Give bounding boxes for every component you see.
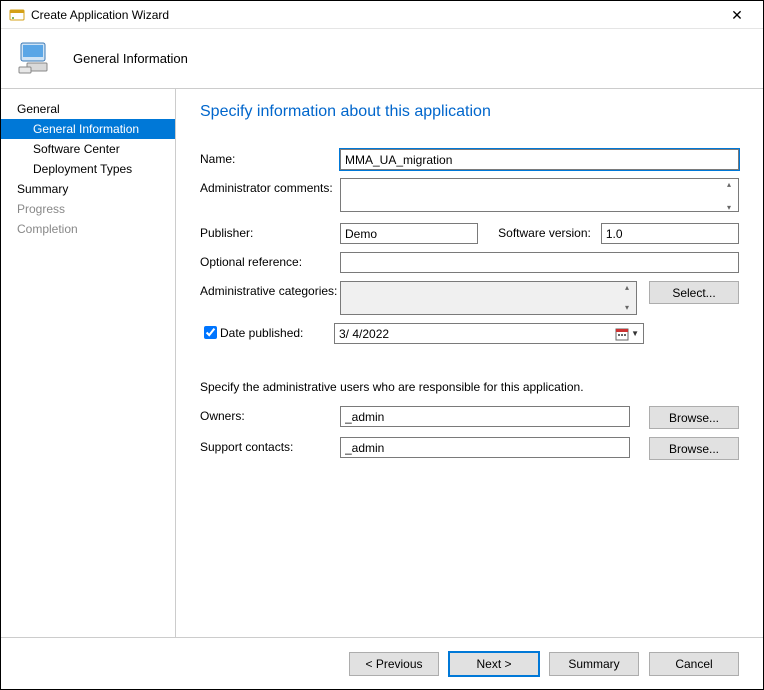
next-button[interactable]: Next > <box>449 652 539 676</box>
date-published-picker[interactable]: 3/ 4/2022 ▼ <box>334 323 644 344</box>
owners-browse-button[interactable]: Browse... <box>649 406 739 429</box>
date-published-checkbox-label[interactable]: Date published: <box>200 323 334 342</box>
name-input[interactable] <box>340 149 739 170</box>
close-button[interactable]: ✕ <box>717 1 757 29</box>
spin-down-icon[interactable]: ▾ <box>722 204 736 212</box>
admin-comments-input[interactable] <box>340 178 739 212</box>
page-heading: Specify information about this applicati… <box>200 103 739 121</box>
label-date-published: Date published: <box>220 326 303 340</box>
admin-categories-box[interactable]: ▴ ▾ <box>340 281 637 315</box>
nav-general-information[interactable]: General Information <box>1 119 175 139</box>
previous-button[interactable]: < Previous <box>349 652 439 676</box>
nav-software-center[interactable]: Software Center <box>1 139 175 159</box>
nav-general[interactable]: General <box>1 99 175 119</box>
publisher-input[interactable] <box>340 223 478 244</box>
banner: General Information <box>1 29 763 89</box>
calendar-icon <box>615 327 629 341</box>
nav-progress: Progress <box>1 199 175 219</box>
banner-title: General Information <box>73 51 188 66</box>
spin-down-icon[interactable]: ▾ <box>620 304 634 312</box>
support-contacts-input[interactable] <box>340 437 630 458</box>
label-name: Name: <box>200 149 340 166</box>
nav-summary[interactable]: Summary <box>1 179 175 199</box>
form-area: Name: Administrator comments: ▴ ▾ <box>200 149 739 637</box>
nav-completion: Completion <box>1 219 175 239</box>
label-publisher: Publisher: <box>200 223 340 240</box>
select-categories-button[interactable]: Select... <box>649 281 739 304</box>
footer: < Previous Next > Summary Cancel <box>1 637 763 689</box>
wizard-icon <box>9 7 25 23</box>
spin-up-icon[interactable]: ▴ <box>722 181 736 189</box>
label-admin-comments: Administrator comments: <box>200 178 340 195</box>
owners-input[interactable] <box>340 406 630 427</box>
software-version-input[interactable] <box>601 223 739 244</box>
titlebar: Create Application Wizard ✕ <box>1 1 763 29</box>
support-contacts-browse-button[interactable]: Browse... <box>649 437 739 460</box>
label-optional-reference: Optional reference: <box>200 252 340 269</box>
label-software-version: Software version: <box>478 223 601 240</box>
nav-sidebar: General General Information Software Cen… <box>1 89 176 637</box>
computer-icon <box>17 37 57 80</box>
label-owners: Owners: <box>200 406 340 423</box>
summary-button[interactable]: Summary <box>549 652 639 676</box>
date-published-value: 3/ 4/2022 <box>339 327 389 341</box>
cancel-button[interactable]: Cancel <box>649 652 739 676</box>
chevron-down-icon: ▼ <box>631 329 639 338</box>
nav-deployment-types[interactable]: Deployment Types <box>1 159 175 179</box>
label-support-contacts: Support contacts: <box>200 437 340 454</box>
date-published-checkbox[interactable] <box>204 326 217 339</box>
main-panel: Specify information about this applicati… <box>176 89 763 637</box>
label-admin-categories: Administrative categories: <box>200 281 340 298</box>
window-title: Create Application Wizard <box>31 8 717 22</box>
optional-reference-input[interactable] <box>340 252 739 273</box>
wizard-window: Create Application Wizard ✕ General Info… <box>0 0 764 690</box>
body: General General Information Software Cen… <box>1 89 763 637</box>
subheading: Specify the administrative users who are… <box>200 380 739 394</box>
spin-up-icon[interactable]: ▴ <box>620 284 634 292</box>
